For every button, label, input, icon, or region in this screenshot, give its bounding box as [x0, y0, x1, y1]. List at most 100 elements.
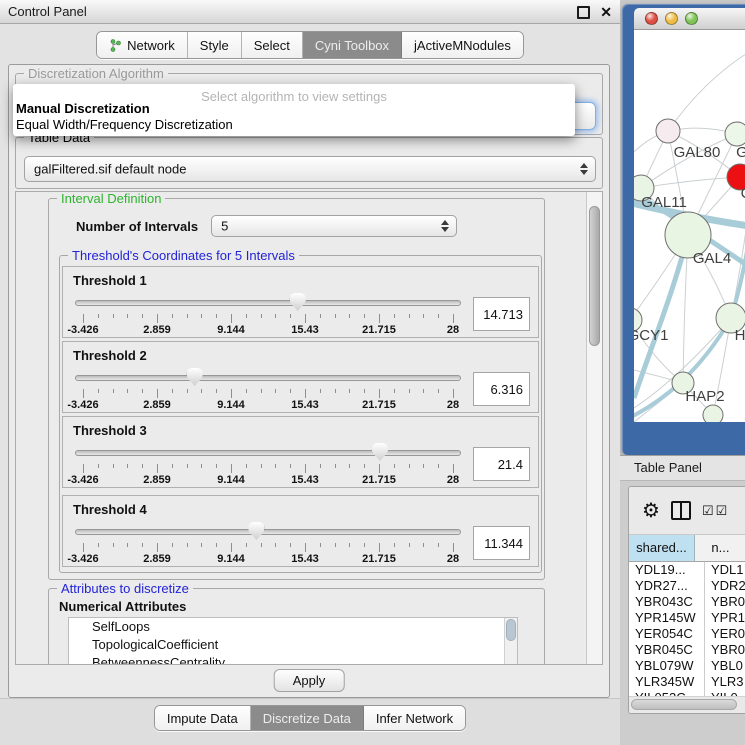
threshold-slider[interactable]: -3.4262.8599.14415.4321.71528 [75, 520, 461, 566]
tick-label: -3.426 [67, 399, 98, 411]
interval-definition-title: Interval Definition [57, 191, 165, 206]
table-cell: YDL1 [705, 562, 745, 578]
close-icon[interactable]: ✕ [600, 3, 612, 21]
main-scrollbar-thumb[interactable] [589, 206, 600, 346]
threshold-value-field[interactable]: 14.713 [473, 297, 530, 331]
gear-icon[interactable]: ⚙ [642, 501, 660, 521]
tab-label: Network [127, 38, 175, 53]
threshold-panel: Threshold 4 -3.4262.8599.14415.4321.7152… [62, 495, 539, 567]
stepper-icon [441, 220, 449, 232]
apply-button[interactable]: Apply [274, 669, 345, 692]
threshold-label: Threshold 1 [73, 273, 147, 288]
threshold-panel: Threshold 2 -3.4262.8599.14415.4321.7152… [62, 341, 539, 413]
number-of-intervals-combobox[interactable]: 5 [211, 215, 457, 237]
table-toolbar: ⚙ ☑☑ [629, 487, 745, 535]
table-row[interactable]: YBL079WYBL0 [629, 658, 745, 674]
slider-track[interactable] [75, 300, 461, 306]
table-cell: YBL079W [629, 658, 705, 674]
threshold-value-field[interactable]: 21.4 [473, 447, 530, 481]
attributes-scrollbar-thumb[interactable] [506, 619, 516, 641]
tick-label: 2.859 [143, 553, 171, 565]
tick-label: 9.144 [217, 474, 245, 486]
numerical-attributes-label: Numerical Attributes [59, 599, 186, 614]
checkbox-icon[interactable]: ☑ [702, 503, 714, 519]
attributes-scrollbar[interactable] [504, 618, 517, 665]
table-cell: YER0 [705, 626, 745, 642]
table-cell: YDR27... [629, 578, 705, 594]
attribute-list-item[interactable]: TopologicalCoefficient [69, 636, 517, 654]
threshold-value-field[interactable]: 11.344 [473, 526, 530, 560]
slider-track[interactable] [75, 375, 461, 381]
numerical-attributes-list[interactable]: SelfLoopsTopologicalCoefficientBetweenne… [68, 617, 518, 665]
table-data-combobox[interactable]: galFiltered.sif default node [24, 156, 596, 182]
table-row[interactable]: YPR145WYPR1 [629, 610, 745, 626]
table-row[interactable]: YER054CYER0 [629, 626, 745, 642]
slider-track[interactable] [75, 529, 461, 535]
zoom-traffic-light[interactable] [685, 12, 698, 25]
split-columns-icon[interactable] [671, 501, 691, 520]
main-scrollbar[interactable] [586, 192, 602, 664]
node-label: GAL11 [641, 194, 687, 211]
tab-jactivemnodules[interactable]: jActiveMNodules [402, 32, 523, 58]
table-cell: YBR043C [629, 594, 705, 610]
interval-definition-group: Interval Definition Number of Intervals … [48, 198, 545, 580]
attribute-list-item[interactable]: SelfLoops [69, 618, 517, 636]
tab-style[interactable]: Style [188, 32, 242, 58]
tab-cyni-toolbox[interactable]: Cyni Toolbox [303, 32, 402, 58]
table-row[interactable]: YLR345WYLR3 [629, 674, 745, 690]
column-header-1[interactable]: shared... [629, 535, 695, 561]
slider-thumb[interactable] [187, 368, 203, 386]
threshold-panel: Threshold 1 -3.4262.8599.14415.4321.7152… [62, 266, 539, 338]
table-cell: YDL19... [629, 562, 705, 578]
select-columns-icons[interactable]: ☑☑ [702, 503, 727, 519]
tab-label: Cyni Toolbox [315, 38, 389, 53]
algorithm-option-2[interactable]: Equal Width/Frequency Discretization [16, 117, 233, 132]
threshold-value-field[interactable]: 6.316 [473, 372, 530, 406]
table-hscrollbar[interactable] [629, 696, 745, 713]
table-cell: YER054C [629, 626, 705, 642]
table-row[interactable]: YDR27...YDR2 [629, 578, 745, 594]
network-node[interactable] [656, 119, 680, 143]
top-tabstrip: Network StyleSelect Cyni Toolbox jActiveMNo… [0, 24, 620, 64]
minimize-traffic-light[interactable] [665, 12, 678, 25]
table-header-row: shared...n... [629, 535, 745, 562]
tick-label: -3.426 [67, 474, 98, 486]
tick-label: 15.43 [291, 553, 319, 565]
network-node[interactable] [703, 405, 723, 422]
threshold-slider[interactable]: -3.4262.8599.14415.4321.71528 [75, 291, 461, 337]
attributes-group-title: Attributes to discretize [57, 581, 193, 596]
tick-label: 28 [447, 553, 459, 565]
slider-thumb[interactable] [290, 293, 306, 311]
column-header-2[interactable]: n... [695, 535, 745, 561]
table-row[interactable]: YDL19...YDL1 [629, 562, 745, 578]
node-label: GCY1 [634, 327, 668, 344]
threshold-slider[interactable]: -3.4262.8599.14415.4321.71528 [75, 441, 461, 487]
float-panel-icon[interactable] [577, 6, 590, 19]
thresholds-group-title: Threshold's Coordinates for 5 Intervals [68, 248, 299, 263]
network-canvas[interactable]: GAL80GACGAL11GAL4GCY1HHAP2 [634, 30, 745, 422]
tab-discretize-data[interactable]: Discretize Data [251, 706, 364, 730]
right-side: GAL80GACGAL11GAL4GCY1HHAP2 Table Panel ⚙… [620, 0, 745, 745]
settings-scroll-region: Interval Definition Number of Intervals … [15, 191, 603, 665]
slider-track[interactable] [75, 450, 461, 456]
table-row[interactable]: YBR043CYBR0 [629, 594, 745, 610]
tab-impute-data[interactable]: Impute Data [155, 706, 251, 730]
slider-thumb[interactable] [248, 522, 264, 540]
threshold-slider[interactable]: -3.4262.8599.14415.4321.71528 [75, 366, 461, 412]
tab-select[interactable]: Select [242, 32, 303, 58]
bottom-tabstrip: Impute DataDiscretize DataInfer Network [0, 698, 620, 745]
checkbox-icon[interactable]: ☑ [716, 503, 728, 519]
slider-thumb[interactable] [372, 443, 388, 461]
table-row[interactable]: YBR045CYBR0 [629, 642, 745, 658]
attributes-group: Attributes to discretize Numerical Attri… [48, 588, 545, 665]
algorithm-option-1[interactable]: Manual Discretization [16, 101, 150, 116]
tab-infer-network[interactable]: Infer Network [364, 706, 465, 730]
close-traffic-light[interactable] [645, 12, 658, 25]
network-view-window: GAL80GACGAL11GAL4GCY1HHAP2 [622, 4, 745, 455]
attribute-list-item[interactable]: BetweennessCentrality [69, 654, 517, 665]
stepper-icon [580, 163, 588, 175]
table-hscrollbar-thumb[interactable] [631, 699, 737, 710]
tab-network[interactable]: Network [97, 32, 188, 58]
table-cell: YBL0 [705, 658, 745, 674]
network-node[interactable] [725, 122, 745, 146]
